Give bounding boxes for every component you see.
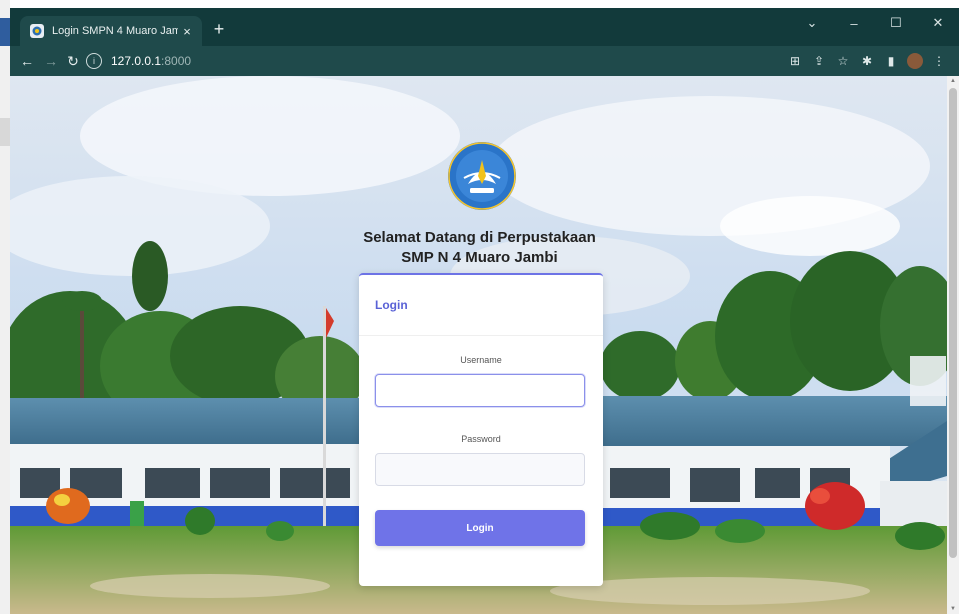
page-scrollbar[interactable]: ▲ ▼ [947, 76, 959, 614]
extensions-puzzle-icon[interactable]: ✱ [855, 50, 879, 72]
address-bar[interactable]: i 127.0.0.1:8000 [86, 50, 816, 72]
new-tab-button[interactable]: + [208, 18, 230, 40]
minimize-button[interactable]: – [833, 8, 875, 38]
welcome-line-2: SMP N 4 Muaro Jambi [401, 249, 558, 266]
browser-tab[interactable]: Login SMPN 4 Muaro Jambi × [20, 16, 202, 46]
url-host: 127.0.0.1 [111, 54, 162, 68]
forward-arrow-icon[interactable]: → [40, 50, 62, 72]
desktop-edge-marker [0, 118, 10, 146]
password-label: Password [461, 434, 501, 444]
school-background-image: Selamat Datang di Perpustakaan SMP N 4 M… [10, 76, 947, 614]
maximize-button[interactable]: ☐ [875, 8, 917, 38]
scroll-down-arrow-icon[interactable]: ▼ [947, 604, 959, 614]
login-card: Login Username Password Login [359, 273, 603, 586]
scrollbar-thumb[interactable] [949, 88, 957, 558]
page-viewport: Selamat Datang di Perpustakaan SMP N 4 M… [10, 76, 959, 614]
welcome-line-1: Selamat Datang di Perpustakaan [363, 229, 596, 246]
profile-avatar[interactable] [907, 53, 923, 69]
back-arrow-icon[interactable]: ← [16, 50, 38, 72]
toolbar-icons: ⊞ ⇪ ☆ ✱ ▮ ⋮ [783, 50, 951, 72]
browser-toolbar: ← → ↻ i 127.0.0.1:8000 ⊞ ⇪ ☆ ✱ ▮ ⋮ [10, 46, 959, 76]
desktop-edge [0, 0, 10, 614]
share-icon[interactable]: ⇪ [807, 50, 831, 72]
tab-close-icon[interactable]: × [178, 24, 196, 39]
translate-icon[interactable]: ⊞ [783, 50, 807, 72]
tab-search-icon[interactable]: ⌄ [791, 8, 833, 38]
browser-window: Login SMPN 4 Muaro Jambi × + ⌄ – ☐ ✕ ← →… [10, 8, 959, 614]
desktop-edge-marker [0, 18, 10, 46]
site-info-icon[interactable]: i [86, 53, 102, 69]
scroll-up-arrow-icon[interactable]: ▲ [947, 76, 959, 86]
tut-wuri-handayani-logo-icon [446, 140, 518, 212]
tab-strip: Login SMPN 4 Muaro Jambi × + ⌄ – ☐ ✕ [10, 8, 959, 46]
reload-icon[interactable]: ↻ [62, 50, 84, 72]
username-input[interactable] [375, 374, 585, 407]
password-input[interactable] [375, 453, 585, 486]
bookmark-star-icon[interactable]: ☆ [831, 50, 855, 72]
close-window-button[interactable]: ✕ [917, 8, 959, 38]
login-button[interactable]: Login [375, 510, 585, 546]
url-port: :8000 [161, 54, 192, 68]
welcome-heading: Selamat Datang di Perpustakaan SMP N 4 M… [350, 228, 609, 268]
login-card-header: Login [359, 275, 603, 336]
menu-kebab-icon[interactable]: ⋮ [927, 50, 951, 72]
school-favicon-icon [30, 24, 44, 38]
username-label: Username [460, 355, 502, 365]
tab-title: Login SMPN 4 Muaro Jambi [52, 25, 178, 37]
side-panel-icon[interactable]: ▮ [879, 50, 903, 72]
window-controls: ⌄ – ☐ ✕ [791, 8, 959, 38]
